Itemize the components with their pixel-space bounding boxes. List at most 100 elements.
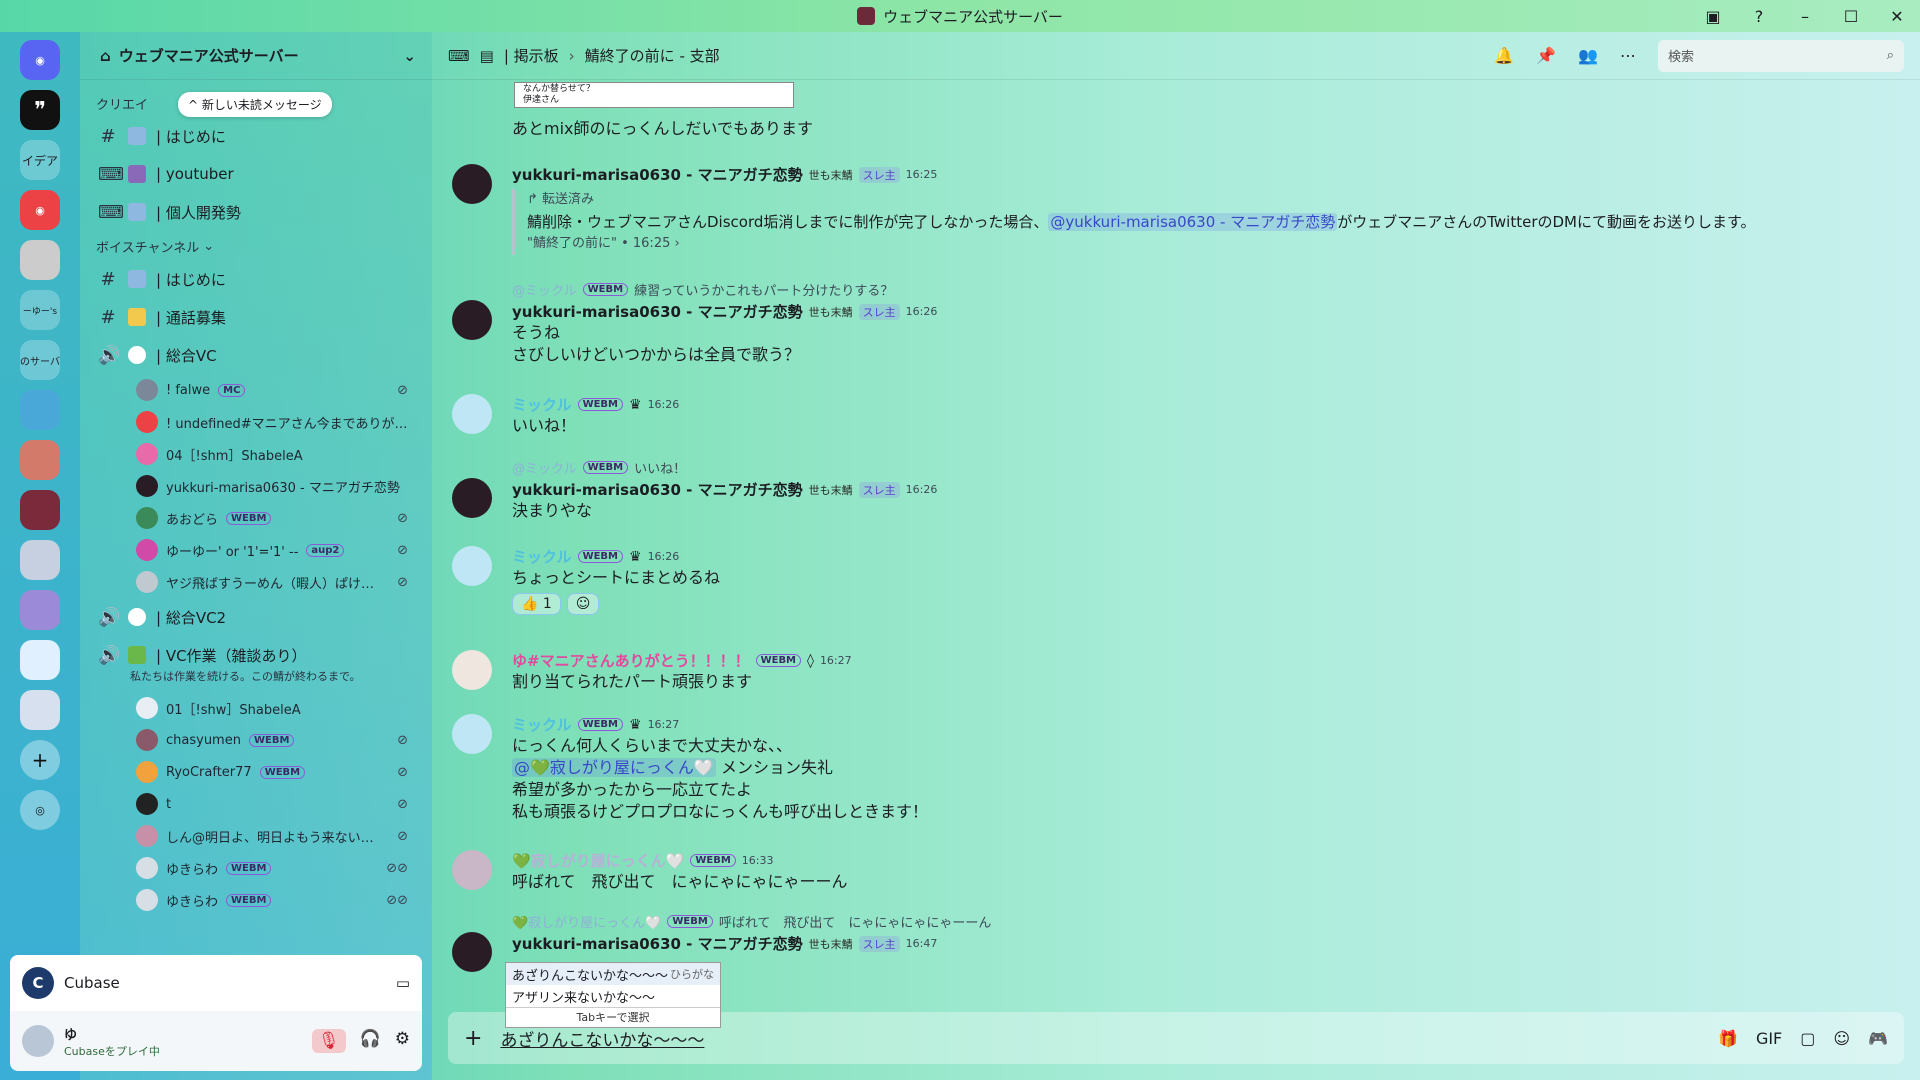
gif-icon[interactable]: GIF [1756,1029,1782,1048]
voice-user[interactable]: RyoCrafter77 WEBM ⊘ [88,756,424,788]
avatar[interactable] [452,546,492,586]
server-header[interactable]: ⌂ ウェブマニア公式サーバー ⌄ [80,32,432,80]
voice-user[interactable]: ! falwe MC ⊘ [88,374,424,406]
voice-user[interactable]: 01［!shw］ShabeleA [88,692,424,724]
ime-candidate[interactable]: あざりんこないかな～～～ ひらがな [506,963,720,985]
voice-user[interactable]: ヤジ飛ばすうーめん（暇人）ぱけ… ⊘ [88,566,424,598]
username[interactable]: yukkuri-marisa0630 - マニアガチ恋勢 [512,164,803,185]
channel-youtuber[interactable]: ⌨ | youtuber [88,155,424,193]
upload-plus-icon[interactable]: + [464,1026,482,1051]
ime-candidate-text: アザリン来ないかな～～ [512,990,656,1006]
server-avatar-7[interactable] [20,640,60,680]
breadcrumb-forum[interactable]: | 掲示板 [504,45,559,66]
avatar[interactable] [452,932,492,972]
username[interactable]: ゆ#マニアさんありがとう！！！！ [512,650,750,671]
server-avatar-4[interactable] [20,490,60,530]
add-reaction-icon[interactable]: ☺ [566,593,600,615]
message: @ミックル WEBM 練習っていうかこれもパート分けたりする？ yukkuri-ma… [452,280,1892,366]
voice-user[interactable]: ! undefined#マニアさん今までありが… [88,406,424,438]
voice-user[interactable]: ゆきらわ WEBM ⊘⊘ [88,884,424,916]
voice-user-name: chasyumen [166,732,241,748]
server-yuyu[interactable]: ーゆー's [20,290,60,330]
chevron-down-icon[interactable]: ⌄ [403,47,416,65]
voice-user[interactable]: あおどら WEBM ⊘ [88,502,424,534]
reply-reference[interactable]: 💚寂しがり屋にっくん🤍 WEBM 呼ばれて 飛び出て にゃにゃにゃにゃーーん [512,912,1892,931]
username[interactable]: ミックル [512,394,572,415]
server-avatar-2[interactable] [20,390,60,430]
channel-hajimeni[interactable]: # | はじめに [88,117,424,155]
username[interactable]: yukkuri-marisa0630 - マニアガチ恋勢 [512,479,803,500]
username[interactable]: yukkuri-marisa0630 - マニアガチ恋勢 [512,933,803,954]
members-icon[interactable]: 👥 [1578,46,1598,65]
forum-icon: ⌨ [448,46,470,65]
ime-candidate[interactable]: アザリン来ないかな～～ [506,985,720,1007]
username[interactable]: ミックル [512,714,572,735]
category-voice[interactable]: ボイスチャンネル ⌄ [88,231,424,260]
server-avatar-5[interactable] [20,540,60,580]
explore-icon[interactable]: ◎ [20,790,60,830]
avatar[interactable] [452,300,492,340]
server-avatar-1[interactable] [20,240,60,280]
reply-reference[interactable]: @ミックル WEBM いいね！ [512,458,1892,477]
mic-muted-icon[interactable]: 🎙 [311,1029,346,1053]
voice-user[interactable]: chasyumen WEBM ⊘ [88,724,424,756]
user-mention[interactable]: @💚寂しがり屋にっくん🤍 [512,758,716,777]
search-input[interactable]: 検索 ⌕ [1658,39,1904,72]
sticker-icon[interactable]: ▢ [1800,1029,1815,1048]
server-avatar-6[interactable] [20,590,60,630]
server-discord[interactable]: ◉ [20,190,60,230]
voice-channel-general-2[interactable]: 🔊 | 総合VC2 [88,598,424,636]
reply-reference[interactable]: @ミックル WEBM 練習っていうかこれもパート分けたりする？ [512,280,1892,299]
emoji-icon[interactable]: ☺ [1833,1029,1850,1048]
bell-icon[interactable]: 🔔 [1494,46,1514,65]
server-nosaba[interactable]: のサーバ [20,340,60,380]
avatar[interactable] [452,478,492,518]
user-mention[interactable]: @yukkuri-marisa0630 - マニアガチ恋勢 [1048,213,1338,231]
screen-share-icon[interactable]: ▭ [396,974,410,992]
avatar[interactable] [452,650,492,690]
channel-hajimeni-2[interactable]: # | はじめに [88,260,424,298]
avatar[interactable] [452,850,492,890]
channel-indie-dev[interactable]: ⌨ | 個人開発勢 [88,193,424,231]
channel-call-recruit[interactable]: # | 通話募集 [88,298,424,336]
timestamp: 16:47 [905,937,938,950]
gift-icon[interactable]: 🎁 [1718,1029,1738,1048]
voice-user[interactable]: ゆきらわ WEBM ⊘⊘ [88,852,424,884]
add-server-icon[interactable]: + [20,740,60,780]
voice-user[interactable]: yukkuri-marisa0630 - マニアガチ恋勢 [88,470,424,502]
avatar[interactable] [452,164,492,204]
gear-icon[interactable]: ⚙ [395,1029,410,1053]
minimize-icon[interactable]: – [1794,5,1816,27]
voice-user[interactable]: 04［!shm］ShabeleA [88,438,424,470]
headphones-icon[interactable]: 🎧 [360,1029,381,1053]
voice-user[interactable]: しん@明日よ、明日よもう来ない… ⊘ [88,820,424,852]
reaction-thumbs-up[interactable]: 👍 1 [512,593,561,615]
username[interactable]: yukkuri-marisa0630 - マニアガチ恋勢 [512,301,803,322]
home-button[interactable]: ◉ [20,40,60,80]
username[interactable]: ミックル [512,546,572,567]
server-avatar-8[interactable] [20,690,60,730]
help-icon[interactable]: ? [1748,5,1770,27]
voice-channel-general[interactable]: 🔊 | 総合VC [88,336,424,374]
avatar[interactable] [22,1025,54,1057]
maximize-icon[interactable]: ☐ [1840,5,1862,27]
unread-messages-pill[interactable]: ^ 新しい未読メッセージ [178,92,332,117]
voice-user[interactable]: t ⊘ [88,788,424,820]
avatar [136,411,158,433]
forward-source-link[interactable]: "鯖終了の前に" • 16:25 › [527,233,1892,255]
crown-icon: ♛ [629,716,642,733]
message-input[interactable]: あざりんこないかな～～～ [500,1026,1700,1051]
avatar[interactable] [452,714,492,754]
pin-icon[interactable]: 📌 [1536,46,1556,65]
username[interactable]: 💚寂しがり屋にっくん🤍 [512,850,684,871]
server-quote[interactable]: ❞ [20,90,60,130]
more-icon[interactable]: ⋯ [1620,46,1636,65]
close-icon[interactable]: ✕ [1886,5,1908,27]
activities-icon[interactable]: 🎮 [1868,1029,1888,1048]
avatar[interactable] [452,394,492,434]
server-avatar-3[interactable] [20,440,60,480]
server-idea[interactable]: イデア [20,140,60,180]
inbox-icon[interactable]: ▣ [1702,5,1724,27]
crown-icon: ♛ [629,548,642,565]
voice-user[interactable]: ゆーゆー' or '1'='1' -- aup2 ⊘ [88,534,424,566]
